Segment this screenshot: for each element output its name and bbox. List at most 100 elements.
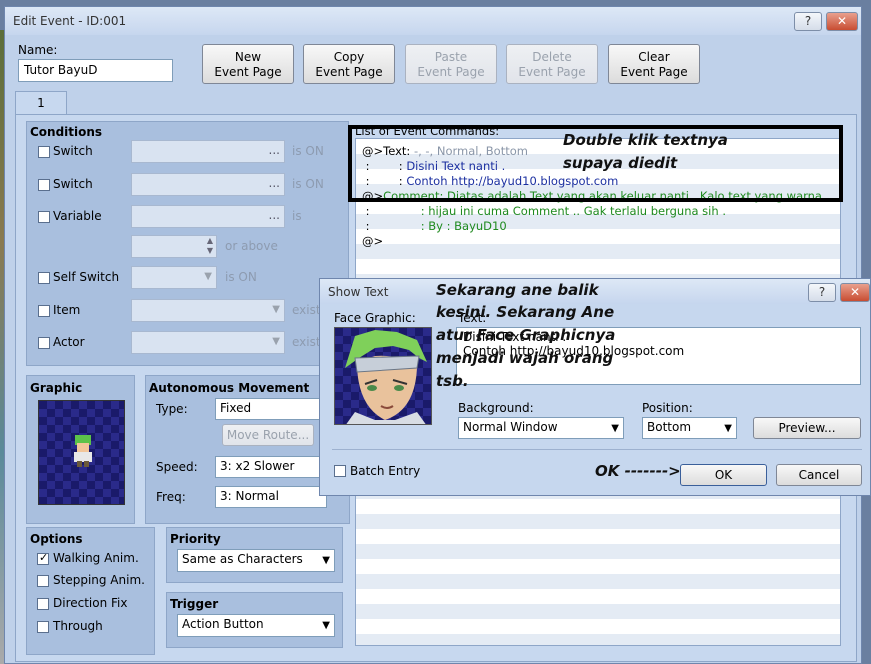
cancel-button[interactable]: Cancel: [776, 464, 862, 486]
annotation-line: kesini. Sekarang Ane: [436, 303, 615, 321]
name-input[interactable]: Tutor BayuD: [18, 59, 173, 82]
switch1-selector[interactable]: ...: [131, 140, 285, 163]
chevron-down-icon: ▼: [611, 423, 619, 434]
graphic-panel: Graphic: [26, 375, 135, 524]
direction-fix-label: Direction Fix: [53, 596, 128, 610]
annotation-line: tsb.: [436, 372, 469, 390]
clear-event-page-button[interactable]: Clear Event Page: [608, 44, 700, 84]
variable-label: Variable: [53, 209, 102, 223]
window-title: Edit Event - ID:001: [13, 14, 127, 28]
self-switch-checkbox[interactable]: [38, 272, 50, 284]
item-dropdown[interactable]: ▼: [131, 299, 285, 322]
walking-anim-checkbox[interactable]: ✓: [37, 551, 49, 565]
self-switch-dropdown[interactable]: ▼: [131, 266, 217, 289]
chevron-down-icon: ▼: [322, 555, 330, 566]
annotation-ok-arrow: OK ------->: [595, 462, 681, 480]
edit-event-titlebar: Edit Event - ID:001 ? ✕: [5, 7, 861, 35]
options-panel: Options ✓ Walking Anim. Stepping Anim. D…: [26, 527, 155, 655]
switch1-label: Switch: [53, 144, 93, 158]
close-button[interactable]: ✕: [840, 283, 870, 302]
divider: [332, 449, 862, 450]
help-button[interactable]: ?: [808, 283, 836, 302]
through-checkbox[interactable]: [37, 621, 49, 633]
item-label: Item: [53, 303, 81, 317]
tab-page-1[interactable]: 1: [15, 91, 67, 115]
face-graphic-label: Face Graphic:: [334, 311, 416, 325]
priority-dropdown[interactable]: Same as Characters ▼: [177, 549, 335, 572]
character-sprite-icon: [74, 435, 92, 467]
name-label: Name:: [18, 43, 58, 57]
switch1-checkbox[interactable]: [38, 146, 50, 158]
stepping-anim-checkbox[interactable]: [37, 575, 49, 587]
variable-checkbox[interactable]: [38, 211, 50, 223]
speed-dropdown[interactable]: 3: x2 Slower: [215, 456, 327, 478]
command-line[interactable]: : : By : BayuD10: [362, 219, 507, 233]
priority-title: Priority: [170, 532, 221, 546]
spinner-arrows-icon: ▲ ▼: [206, 236, 213, 255]
switch1-status: is ON: [292, 144, 324, 158]
item-checkbox[interactable]: [38, 305, 50, 317]
variable-value-spinner[interactable]: ▲ ▼: [131, 235, 217, 258]
move-route-button[interactable]: Move Route...: [222, 424, 314, 446]
position-label: Position:: [642, 401, 693, 415]
options-title: Options: [30, 532, 83, 546]
copy-event-page-button[interactable]: Copy Event Page: [303, 44, 395, 84]
background-dropdown[interactable]: Normal Window ▼: [458, 417, 624, 439]
annotation-edit: supaya diedit: [563, 154, 678, 172]
chevron-down-icon: ▼: [272, 304, 280, 315]
character-graphic-preview[interactable]: [38, 400, 125, 505]
chevron-down-icon: ▼: [204, 271, 212, 282]
annotation-line: Sekarang ane balik: [436, 281, 599, 299]
variable-selector[interactable]: ...: [131, 205, 285, 228]
graphic-title: Graphic: [30, 381, 83, 395]
trigger-panel: Trigger Action Button ▼: [166, 592, 343, 648]
trigger-dropdown[interactable]: Action Button ▼: [177, 614, 335, 637]
ok-button[interactable]: OK: [680, 464, 767, 486]
actor-label: Actor: [53, 335, 85, 349]
actor-status: exist: [292, 335, 321, 349]
direction-fix-checkbox[interactable]: [37, 598, 49, 610]
check-icon: ✓: [39, 551, 49, 564]
autonomous-title: Autonomous Movement: [149, 381, 310, 395]
annotation-double-click: Double klik textnya: [563, 131, 728, 149]
or-above-label: or above: [225, 239, 278, 253]
background-label: Background:: [458, 401, 534, 415]
batch-entry-checkbox[interactable]: [334, 465, 346, 477]
item-status: exist: [292, 303, 321, 317]
switch2-label: Switch: [53, 177, 93, 191]
freq-dropdown[interactable]: 3: Normal: [215, 486, 327, 508]
speed-label: Speed:: [156, 460, 198, 474]
close-button[interactable]: ✕: [826, 12, 858, 31]
command-line[interactable]: : : hijau ini cuma Comment .. Gak terlal…: [362, 204, 726, 218]
priority-panel: Priority Same as Characters ▼: [166, 527, 343, 583]
command-line[interactable]: @>: [362, 234, 383, 248]
chevron-down-icon: ▼: [724, 423, 732, 434]
walking-anim-label: Walking Anim.: [53, 551, 139, 565]
switch2-checkbox[interactable]: [38, 179, 50, 191]
batch-entry-label: Batch Entry: [350, 464, 421, 478]
self-switch-label: Self Switch: [53, 270, 120, 284]
help-button[interactable]: ?: [794, 12, 822, 31]
actor-dropdown[interactable]: ▼: [131, 331, 285, 354]
annotation-line: atur Face Graphicnya: [436, 326, 616, 344]
trigger-title: Trigger: [170, 597, 219, 611]
conditions-title: Conditions: [30, 125, 103, 139]
variable-status: is: [292, 209, 302, 223]
delete-event-page-button[interactable]: Delete Event Page: [506, 44, 598, 84]
actor-checkbox[interactable]: [38, 337, 50, 349]
annotation-line: menjadi wajah orang: [436, 349, 614, 367]
conditions-panel: Conditions Switch ... is ON Switch ... i…: [26, 121, 349, 366]
chevron-down-icon: ▼: [322, 620, 330, 631]
freq-label: Freq:: [156, 490, 186, 504]
stepping-anim-label: Stepping Anim.: [53, 573, 145, 587]
preview-button[interactable]: Preview...: [753, 417, 861, 439]
switch2-selector[interactable]: ...: [131, 173, 285, 196]
movement-type-dropdown[interactable]: Fixed: [215, 398, 327, 420]
new-event-page-button[interactable]: New Event Page: [202, 44, 294, 84]
dialog-title: Show Text: [328, 285, 389, 299]
paste-event-page-button[interactable]: Paste Event Page: [405, 44, 497, 84]
type-label: Type:: [156, 402, 188, 416]
position-dropdown[interactable]: Bottom ▼: [642, 417, 737, 439]
self-switch-status: is ON: [225, 270, 257, 284]
face-graphic-preview[interactable]: [334, 327, 432, 425]
